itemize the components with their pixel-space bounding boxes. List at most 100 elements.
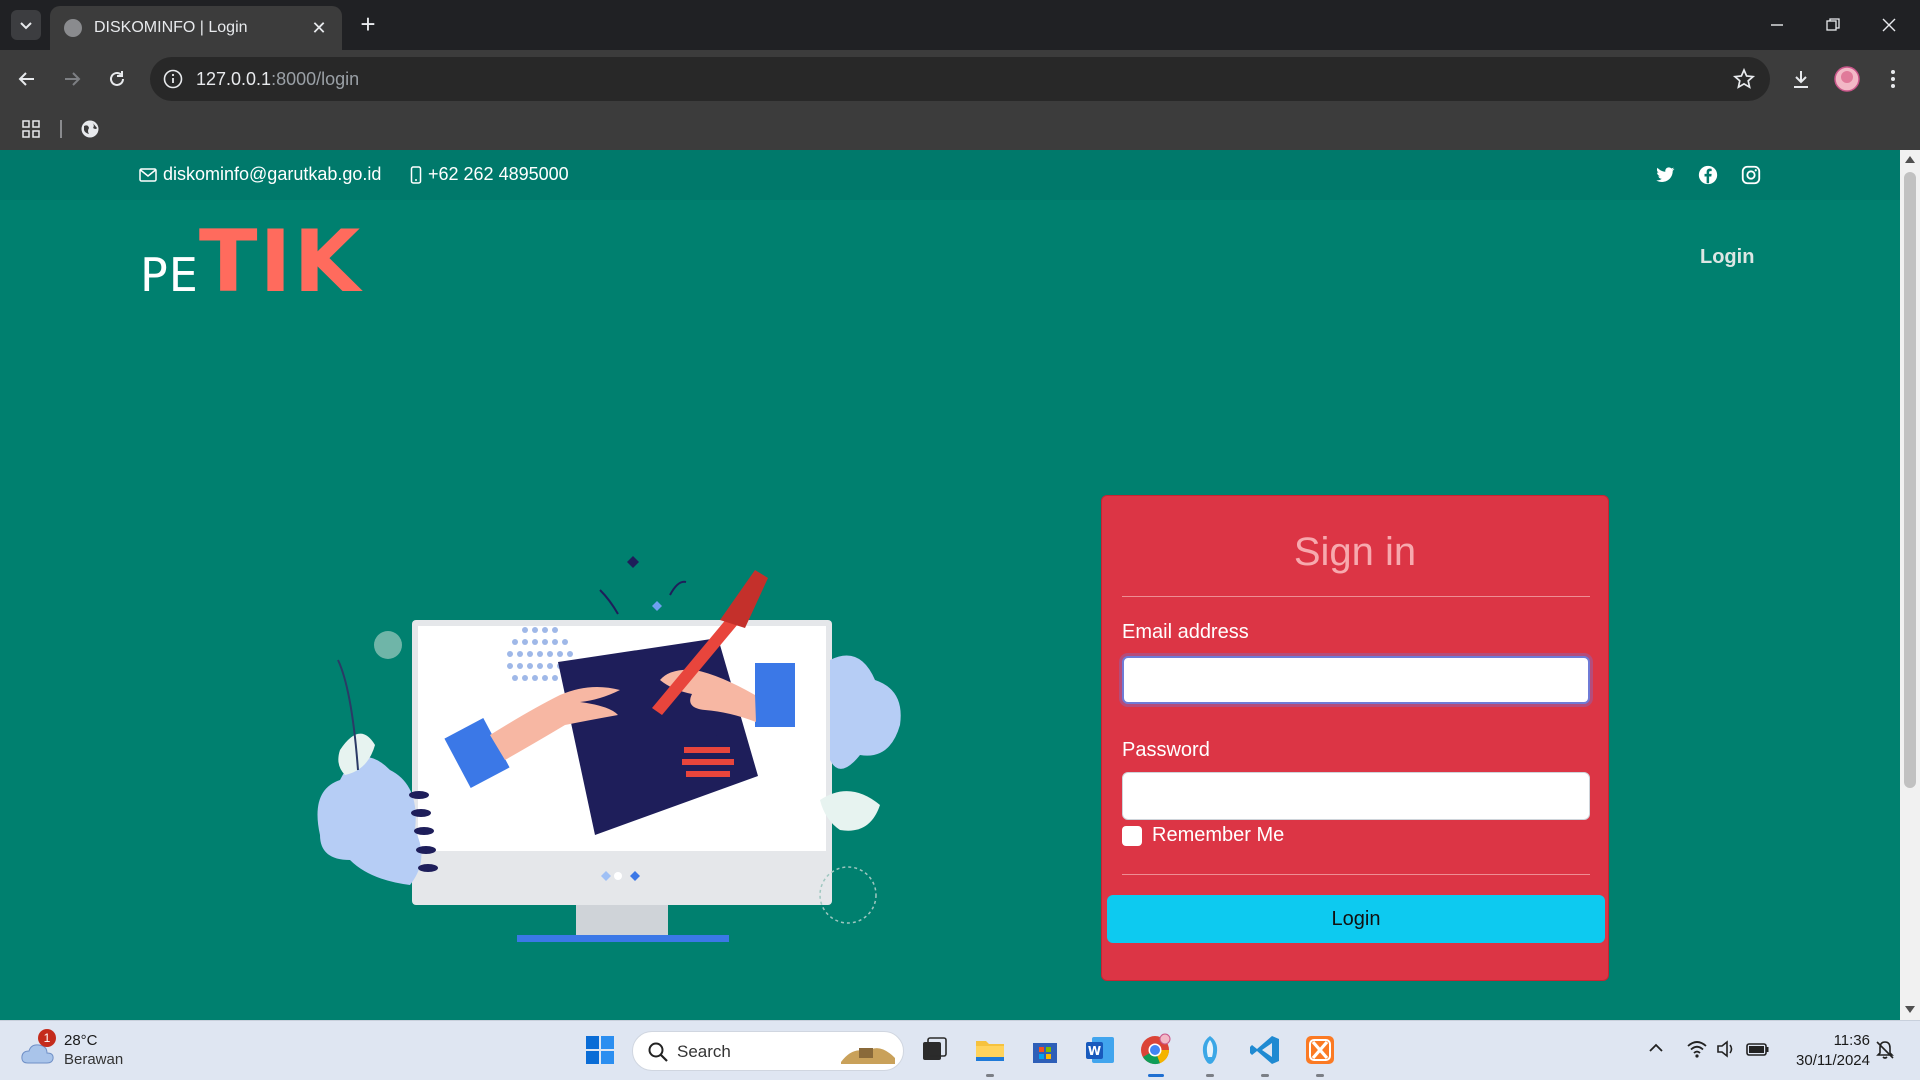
reload-icon[interactable]: [102, 64, 132, 94]
clock-date: 30/11/2024: [1796, 1052, 1870, 1069]
plant-leaf-left: [317, 757, 422, 885]
file-explorer-icon[interactable]: [973, 1033, 1007, 1067]
minimize-icon[interactable]: [1762, 12, 1792, 38]
chrome-icon[interactable]: [1138, 1033, 1172, 1067]
contact-phone[interactable]: +62 262 4895000: [410, 164, 569, 185]
nav-login-link[interactable]: Login: [1700, 246, 1754, 269]
volume-icon[interactable]: [1716, 1039, 1738, 1059]
windows-start-icon[interactable]: [583, 1033, 617, 1067]
teal-dot: [374, 631, 402, 659]
monitor-stand: [576, 905, 668, 935]
taskbar-clock[interactable]: 11:36 30/11/2024: [1780, 1031, 1870, 1071]
chevron-down-icon: [20, 22, 32, 30]
svg-text:W: W: [1088, 1044, 1101, 1058]
email-label: Email address: [1122, 621, 1249, 643]
email-field[interactable]: [1122, 656, 1590, 704]
signin-divider-bottom: [1122, 874, 1590, 875]
browser-tab-active[interactable]: DISKOMINFO | Login ✕: [50, 6, 342, 50]
battery-icon[interactable]: [1746, 1040, 1770, 1058]
email-text: diskominfo@garutkab.go.id: [163, 164, 382, 184]
profile-avatar-icon[interactable]: [1832, 64, 1862, 94]
pen-tip: [720, 570, 768, 628]
instagram-icon[interactable]: [1740, 164, 1762, 186]
weather-condition: Berawan: [64, 1051, 124, 1068]
logo-pe-text: PE: [140, 248, 199, 302]
tab-search-button[interactable]: [11, 10, 41, 40]
browser-menu-icon[interactable]: [1878, 64, 1908, 94]
globe-bookmark-icon[interactable]: [80, 119, 100, 139]
site-info-icon[interactable]: [162, 68, 184, 90]
tray-chevron-up-icon[interactable]: [1648, 1041, 1664, 1055]
login-submit-button[interactable]: Login: [1107, 895, 1605, 943]
weather-temp: 28°C: [64, 1032, 98, 1049]
tab-title: DISKOMINFO | Login: [94, 19, 248, 36]
restore-icon[interactable]: [1818, 12, 1848, 38]
red-stripes-circle: [682, 734, 734, 786]
bookmarks-divider: [60, 120, 62, 138]
diamond-shape-small: [652, 601, 662, 611]
tab-close-icon[interactable]: ✕: [308, 18, 330, 39]
envelope-icon: [139, 167, 157, 182]
vscode-running-indicator: [1261, 1074, 1269, 1077]
blue-cuff-right: [755, 663, 795, 727]
new-tab-plus-icon[interactable]: +: [354, 11, 382, 39]
browser-tab-strip: DISKOMINFO | Login ✕ +: [0, 0, 1920, 50]
explorer-running-indicator: [986, 1074, 994, 1077]
login-page: diskominfo@garutkab.go.id +62 262 489500…: [0, 150, 1900, 1020]
browser-toolbar: 127.0.0.1:8000/login: [0, 50, 1920, 108]
scroll-down-arrow-icon[interactable]: [1905, 1006, 1915, 1013]
monitor-base: [517, 935, 729, 942]
phone-text: +62 262 4895000: [428, 164, 569, 184]
curve-line: [599, 589, 619, 615]
url-host: 127.0.0.1: [196, 69, 272, 89]
search-icon: [648, 1042, 668, 1062]
page-scrollbar[interactable]: [1900, 150, 1920, 1020]
remember-me-checkbox[interactable]: [1122, 826, 1142, 846]
password-field[interactable]: [1122, 772, 1590, 820]
bookmarks-bar: [0, 108, 1920, 150]
logo-tik-text: TIK: [198, 212, 363, 312]
contact-email[interactable]: diskominfo@garutkab.go.id: [139, 164, 381, 185]
weather-widget[interactable]: 1 28°C Berawan: [20, 1029, 150, 1073]
scrollbar-thumb[interactable]: [1904, 172, 1916, 788]
word-icon[interactable]: W: [1083, 1033, 1117, 1067]
search-label: Search: [677, 1042, 731, 1061]
curve-line-2: [669, 580, 687, 596]
copilot-icon[interactable]: [1193, 1033, 1227, 1067]
vscode-icon[interactable]: [1248, 1033, 1282, 1067]
taskbar-search[interactable]: Search: [632, 1031, 904, 1071]
twitter-icon[interactable]: [1654, 164, 1676, 186]
password-label: Password: [1122, 739, 1210, 761]
microsoft-store-icon[interactable]: [1028, 1033, 1062, 1067]
wifi-icon[interactable]: [1686, 1039, 1708, 1059]
contact-topbar: diskominfo@garutkab.go.id +62 262 489500…: [0, 150, 1900, 200]
url-path: :8000/login: [271, 69, 360, 89]
copilot-running-indicator: [1206, 1074, 1214, 1077]
clock-time: 11:36: [1833, 1032, 1870, 1049]
facebook-icon[interactable]: [1697, 164, 1719, 186]
search-highlight-icon: [841, 1048, 895, 1064]
signin-divider-top: [1122, 596, 1590, 597]
download-icon[interactable]: [1786, 64, 1816, 94]
xampp-icon[interactable]: [1303, 1033, 1337, 1067]
login-illustration: [317, 556, 901, 942]
forward-arrow-icon[interactable]: [57, 64, 87, 94]
task-view-icon[interactable]: [917, 1033, 951, 1067]
remember-me-label[interactable]: Remember Me: [1152, 824, 1284, 847]
phone-icon: [410, 165, 422, 184]
scroll-up-arrow-icon[interactable]: [1905, 156, 1915, 163]
windows-taskbar: 1 28°C Berawan Search W 11:36 30/11/2024: [0, 1020, 1920, 1080]
close-window-icon[interactable]: [1874, 12, 1904, 38]
signin-heading: Sign in: [1293, 530, 1417, 574]
xampp-running-indicator: [1316, 1074, 1324, 1077]
address-bar[interactable]: 127.0.0.1:8000/login: [150, 57, 1770, 101]
chrome-active-indicator: [1148, 1074, 1164, 1077]
bookmark-star-icon[interactable]: [1732, 67, 1756, 91]
plant-leaf-right: [830, 655, 901, 769]
url-text: 127.0.0.1:8000/login: [196, 69, 359, 90]
weather-notification-badge: 1: [38, 1029, 56, 1047]
apps-grid-icon[interactable]: [22, 120, 40, 138]
back-arrow-icon[interactable]: [12, 64, 42, 94]
notification-bell-icon[interactable]: [1875, 1040, 1895, 1060]
petik-logo[interactable]: PETIK: [140, 212, 362, 312]
